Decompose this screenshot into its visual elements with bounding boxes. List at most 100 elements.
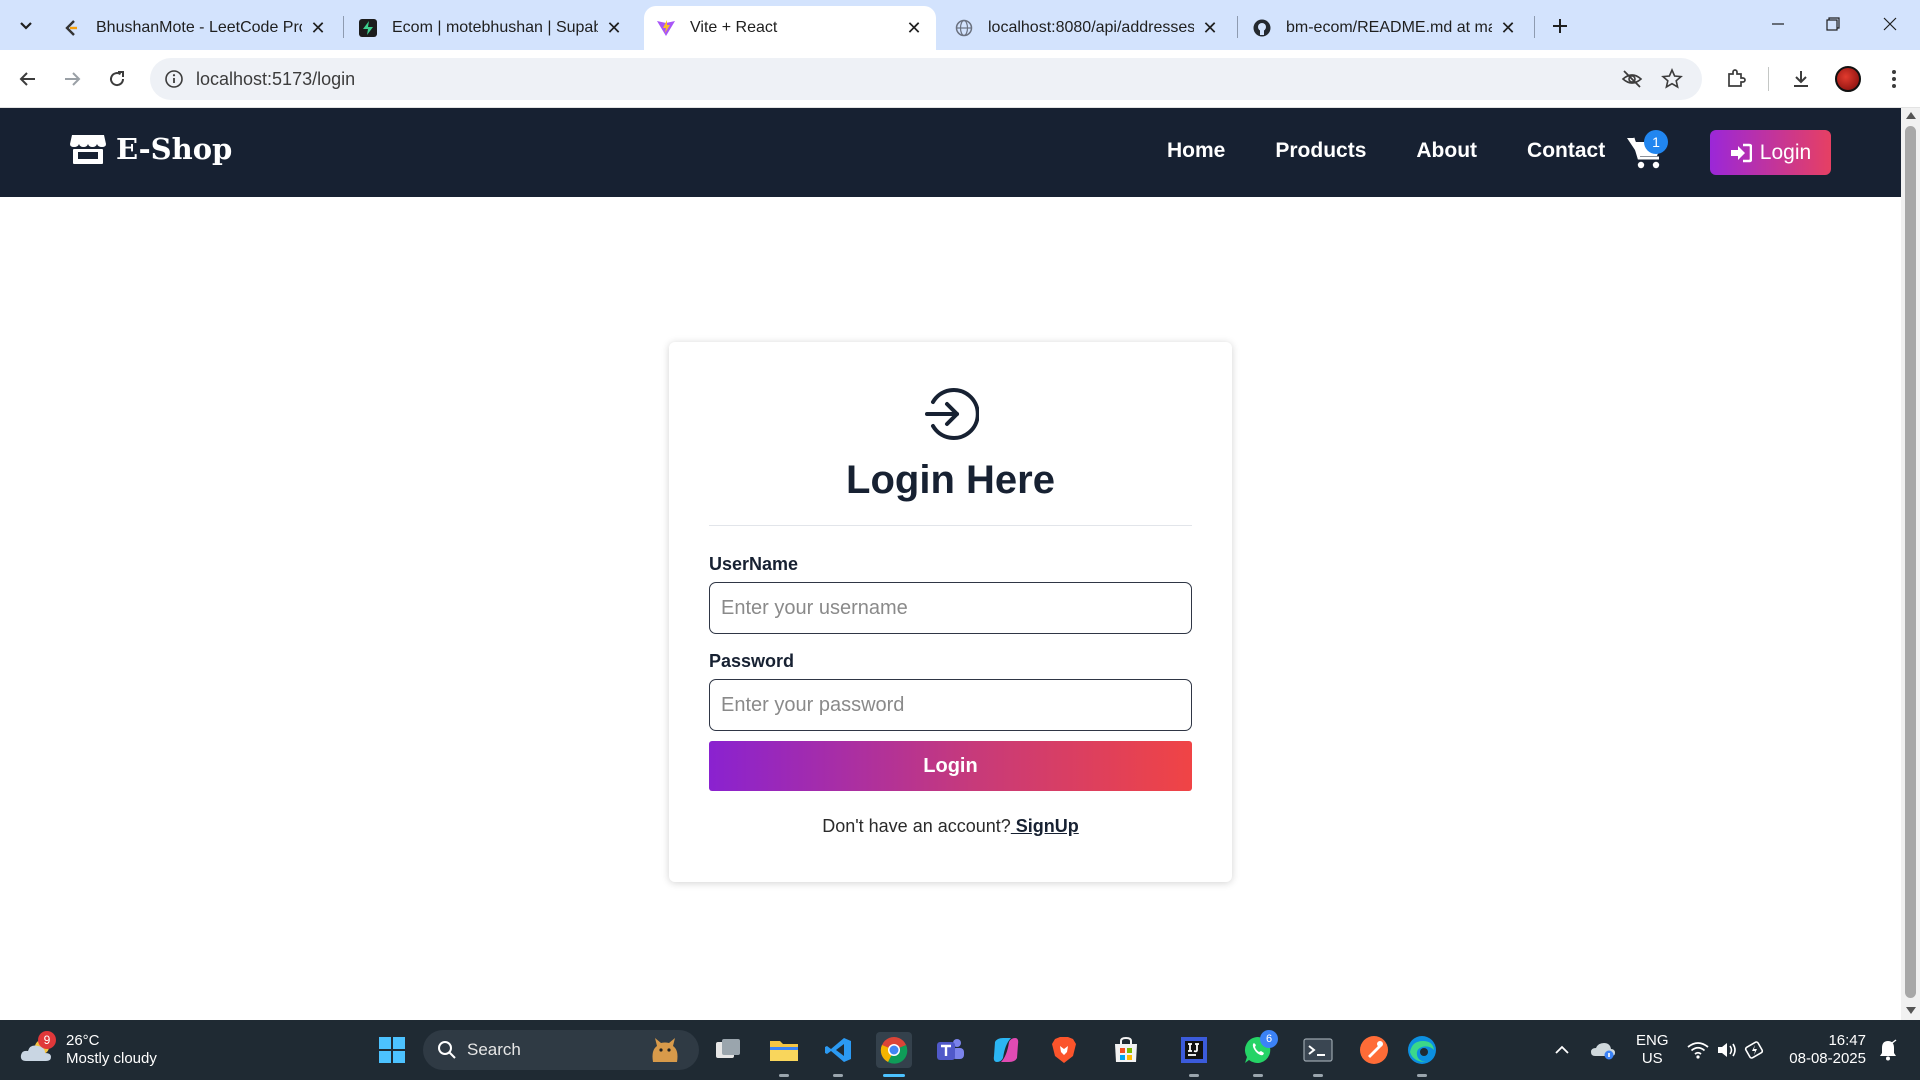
running-indicator (1253, 1074, 1263, 1077)
tab-title: localhost:8080/api/addresses (988, 19, 1194, 36)
copilot-icon[interactable] (988, 1032, 1024, 1068)
plus-icon (1553, 19, 1567, 33)
back-button[interactable] (12, 63, 44, 95)
system-clock[interactable]: 16:47 08-08-2025 (1786, 1032, 1866, 1068)
page-title: Login Here (846, 458, 1055, 502)
tab-search-button[interactable] (10, 9, 42, 41)
tab-leetcode[interactable]: BhushanMote - LeetCode Profil ✕ (50, 6, 340, 50)
forward-button[interactable] (56, 63, 88, 95)
tab-supabase[interactable]: Ecom | motebhushan | Supabas ✕ (346, 6, 636, 50)
browser-menu-icon[interactable] (1878, 63, 1910, 95)
windows-start-icon[interactable] (374, 1032, 410, 1068)
signup-prompt: Don't have an account? SignUp (669, 816, 1232, 837)
show-hidden-icons-button[interactable] (1550, 1032, 1574, 1068)
arrow-right-icon (65, 72, 81, 86)
minimize-button[interactable] (1758, 8, 1798, 40)
vscode-icon[interactable] (820, 1032, 856, 1068)
username-input[interactable] (709, 582, 1192, 634)
intellij-icon[interactable] (1176, 1032, 1212, 1068)
close-window-button[interactable] (1870, 8, 1910, 40)
password-input[interactable] (709, 679, 1192, 731)
site-info-icon[interactable] (162, 67, 186, 91)
nav-link-contact[interactable]: Contact (1527, 139, 1605, 163)
chevron-down-icon (20, 22, 32, 30)
volume-icon[interactable] (1714, 1032, 1740, 1068)
close-icon[interactable]: ✕ (604, 18, 624, 38)
clock-time: 16:47 (1828, 1032, 1866, 1049)
battery-charging-icon[interactable] (1742, 1032, 1768, 1068)
store-icon (70, 135, 106, 164)
notification-bell-icon[interactable] (1874, 1032, 1902, 1068)
close-icon[interactable]: ✕ (1498, 18, 1518, 38)
scroll-up-arrow[interactable] (1906, 112, 1916, 119)
terminal-icon[interactable] (1300, 1032, 1336, 1068)
tab-divider (1534, 16, 1535, 38)
scroll-down-arrow[interactable] (1906, 1007, 1916, 1014)
tab-divider (1237, 16, 1238, 38)
site-navbar: E-Shop Home Products About Contact 1 Log… (0, 108, 1901, 197)
postman-icon[interactable] (1356, 1032, 1392, 1068)
downloads-icon[interactable] (1785, 63, 1817, 95)
teams-icon[interactable] (932, 1032, 968, 1068)
file-explorer-icon[interactable] (766, 1032, 802, 1068)
windows-taskbar: 9 26°C Mostly cloudy Search 6 ENG US 16:… (0, 1020, 1920, 1080)
tab-vite-react[interactable]: Vite + React ✕ (644, 6, 936, 50)
page-scrollbar[interactable] (1901, 108, 1920, 1020)
scrollbar-thumb[interactable] (1905, 126, 1916, 998)
login-circle-arrow-icon (925, 388, 979, 440)
edge-icon[interactable] (1404, 1032, 1440, 1068)
close-icon[interactable]: ✕ (904, 18, 924, 38)
region-code: US (1641, 1050, 1663, 1067)
close-icon (1883, 17, 1897, 31)
chrome-icon[interactable] (876, 1032, 912, 1068)
reload-icon (110, 71, 125, 87)
browser-tab-strip: BhushanMote - LeetCode Profil ✕ Ecom | m… (0, 0, 1920, 50)
reload-button[interactable] (101, 63, 133, 95)
supabase-icon (358, 18, 378, 38)
github-icon (1252, 18, 1272, 38)
toolbar-divider (1768, 67, 1769, 91)
nav-login-button[interactable]: Login (1710, 130, 1831, 175)
cloud-icon: 9 (20, 1031, 56, 1065)
cat-illustration-icon (652, 1038, 678, 1062)
microsoft-store-icon[interactable] (1108, 1032, 1144, 1068)
weather-widget[interactable]: 9 26°C Mostly cloudy (20, 1031, 157, 1068)
close-icon[interactable]: ✕ (1200, 18, 1220, 38)
search-icon (438, 1041, 456, 1059)
restore-button[interactable] (1813, 8, 1853, 40)
cart-count-badge: 1 (1644, 130, 1668, 154)
bookmark-star-icon[interactable] (1660, 67, 1684, 91)
brave-icon[interactable] (1046, 1032, 1082, 1068)
close-icon[interactable]: ✕ (308, 18, 328, 38)
tab-title: Vite + React (690, 19, 778, 36)
nav-link-about[interactable]: About (1416, 139, 1477, 163)
address-bar[interactable]: localhost:5173/login (150, 58, 1702, 100)
eye-off-icon[interactable] (1620, 67, 1644, 91)
signup-link[interactable]: SignUp (1011, 816, 1079, 836)
tab-github[interactable]: bm-ecom/README.md at main ✕ (1240, 6, 1530, 50)
task-view-icon[interactable] (710, 1032, 746, 1068)
extensions-icon[interactable] (1720, 63, 1752, 95)
weather-alert-badge: 9 (38, 1031, 56, 1049)
running-indicator (1313, 1074, 1323, 1077)
nav-link-products[interactable]: Products (1275, 139, 1366, 163)
browser-toolbar: localhost:5173/login (0, 50, 1920, 108)
new-tab-button[interactable] (1544, 10, 1576, 42)
tab-addresses-api[interactable]: localhost:8080/api/addresses ✕ (942, 6, 1232, 50)
language-indicator[interactable]: ENG US (1636, 1032, 1669, 1068)
running-indicator (1417, 1074, 1427, 1077)
onedrive-icon[interactable] (1588, 1032, 1618, 1068)
nav-login-label: Login (1759, 140, 1812, 164)
running-indicator (833, 1074, 843, 1077)
nav-link-home[interactable]: Home (1167, 139, 1225, 163)
login-submit-button[interactable]: Login (709, 741, 1192, 791)
tab-divider (343, 16, 344, 38)
taskbar-search[interactable]: Search (423, 1030, 699, 1070)
signup-prompt-text: Don't have an account? (822, 816, 1011, 836)
password-label: Password (709, 651, 795, 671)
profile-avatar[interactable] (1832, 63, 1864, 95)
avatar (1835, 66, 1861, 92)
brand-logo[interactable]: E-Shop (70, 132, 232, 166)
page-viewport: E-Shop Home Products About Contact 1 Log… (0, 108, 1901, 1020)
wifi-icon[interactable] (1684, 1032, 1712, 1068)
